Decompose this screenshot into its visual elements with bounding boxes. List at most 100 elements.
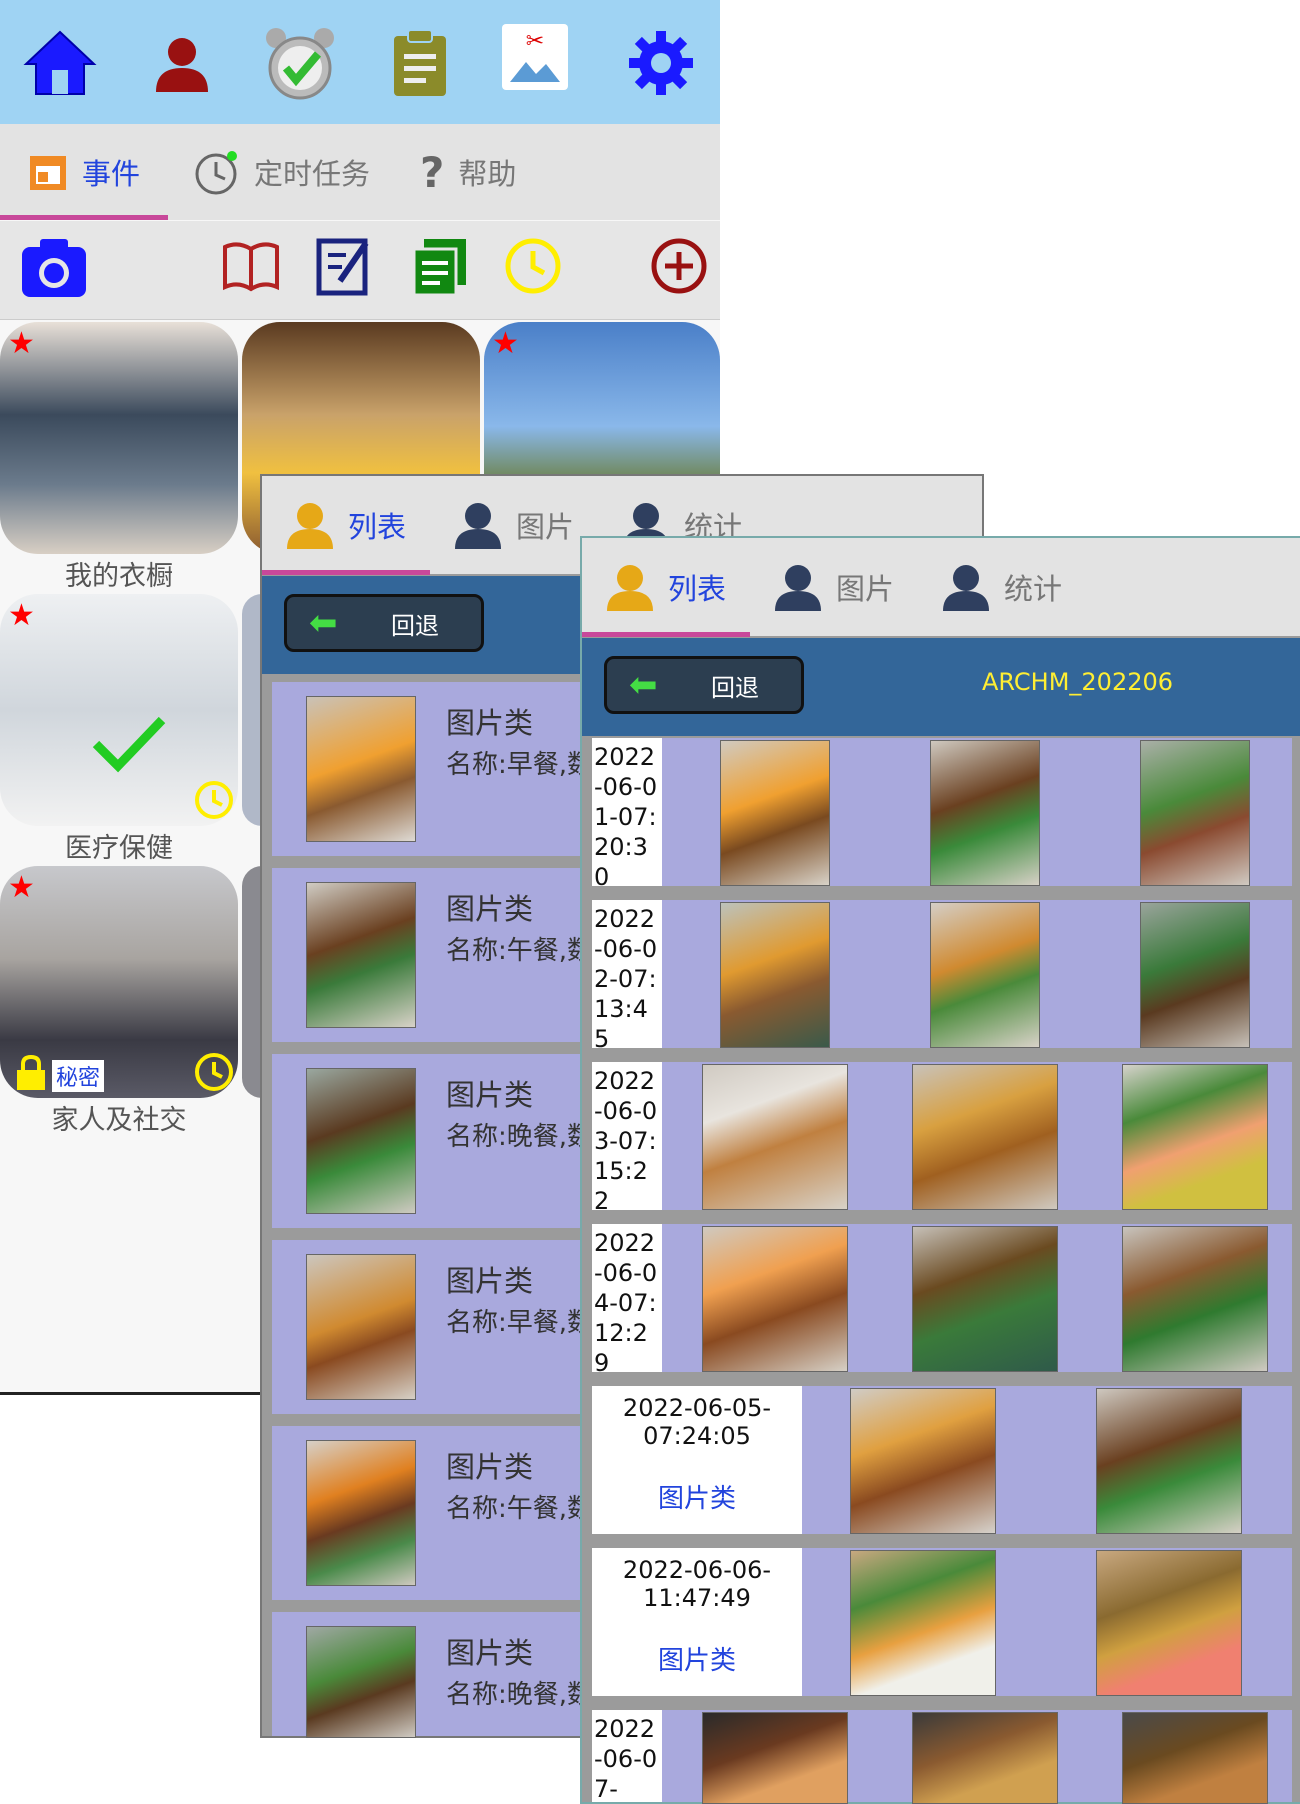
category-tile-family-social[interactable]: ★ 秘密: [0, 866, 238, 1098]
back-arrow-icon: ⬅: [629, 665, 658, 705]
date-row[interactable]: 2022-06-03-07:15:22: [592, 1062, 1292, 1215]
question-icon: ?: [420, 147, 445, 197]
photo-thumbnail[interactable]: [306, 882, 416, 1028]
tab-pictures[interactable]: 图片: [452, 490, 574, 560]
star-icon: ★: [492, 326, 519, 361]
secret-badge: 秘密: [52, 1060, 105, 1092]
list-item[interactable]: 图片类 名称:早餐,数: [272, 1240, 593, 1414]
date-row[interactable]: 2022-06-01-07:20:30: [592, 738, 1292, 891]
tab-help[interactable]: ? 帮助: [420, 142, 516, 202]
clock-icon[interactable]: [504, 237, 562, 295]
row-date: 2022-06-02-07:13:45: [592, 900, 662, 1053]
photo-thumbnail[interactable]: [306, 1626, 416, 1738]
photo-thumbnail[interactable]: [306, 1440, 416, 1586]
row-date-block: 2022-06-05- 07:24:05 图片类: [592, 1386, 802, 1534]
category-tile-wardrobe[interactable]: ★: [0, 322, 238, 554]
photo-thumbnail[interactable]: [1122, 1226, 1268, 1372]
list-item[interactable]: 图片类 名称:晚餐,数: [272, 1054, 593, 1228]
photo-thumbnail[interactable]: [702, 1226, 848, 1372]
photo-thumbnail[interactable]: [930, 740, 1040, 886]
tab-events[interactable]: 事件: [28, 142, 140, 202]
back-button[interactable]: ⬅ 回退: [284, 594, 484, 652]
photo-thumbnail[interactable]: [1096, 1388, 1242, 1534]
row-date: 2022-06-04-07:12:29: [592, 1224, 662, 1377]
row-date: 2022-06-03-07:15:22: [592, 1062, 662, 1215]
action-toolbar: [0, 221, 720, 320]
user-gold-icon: [607, 565, 653, 611]
user-dark-icon: [775, 565, 821, 611]
photo-thumbnail[interactable]: [850, 1388, 996, 1534]
date-row[interactable]: 2022-06-07-: [592, 1710, 1292, 1804]
star-icon: ★: [8, 598, 35, 633]
list-item[interactable]: 图片类 名称:早餐,数: [272, 682, 593, 856]
category-label: 家人及社交: [51, 1105, 187, 1136]
list-item[interactable]: 图片类 名称:晚餐,数: [272, 1612, 593, 1738]
alarm-clock-icon: [195, 151, 237, 195]
list-item[interactable]: 图片类 名称:午餐,数: [272, 868, 593, 1042]
row-category-link[interactable]: 图片类: [592, 1478, 802, 1515]
tab-indicator: [0, 215, 168, 220]
add-circle-icon[interactable]: [650, 237, 708, 295]
date-row[interactable]: 2022-06-02-07:13:45: [592, 900, 1292, 1053]
photo-thumbnail[interactable]: [1140, 740, 1250, 886]
back-button[interactable]: ⬅ 回退: [604, 656, 804, 714]
event-tabs: 事件 定时任务 ? 帮助: [0, 124, 720, 220]
checkmark-icon: [92, 716, 166, 773]
camera-icon[interactable]: [20, 237, 88, 299]
clock-icon: [195, 781, 233, 819]
category-tile-health[interactable]: ★: [0, 594, 238, 826]
home-icon[interactable]: [22, 28, 98, 98]
calendar-icon: [30, 156, 66, 190]
tab-pictures[interactable]: 图片: [772, 552, 894, 622]
date-row[interactable]: 2022-06-04-07:12:29: [592, 1224, 1292, 1377]
photo-thumbnail[interactable]: [1140, 902, 1250, 1048]
tab-list[interactable]: 列表: [604, 552, 726, 622]
photo-thumbnail[interactable]: [850, 1550, 996, 1696]
photo-thumbnail[interactable]: [1096, 1550, 1242, 1696]
category-label: 医疗保健: [65, 833, 173, 864]
notes-list-icon[interactable]: [410, 237, 468, 297]
row-date: 2022-06-07-: [592, 1710, 662, 1803]
alarm-check-icon[interactable]: [262, 24, 338, 104]
edit-note-icon[interactable]: [316, 235, 372, 297]
row-date: 2022-06-01-07:20:30: [592, 738, 662, 891]
back-arrow-icon: ⬅: [309, 603, 338, 643]
photo-thumbnail[interactable]: [720, 740, 830, 886]
date-row[interactable]: 2022-06-06- 11:47:49 图片类: [592, 1548, 1292, 1696]
user-dark-icon: [455, 503, 501, 549]
settings-gear-icon[interactable]: [628, 30, 694, 96]
lock-icon: [17, 1054, 45, 1090]
photo-thumbnail[interactable]: [720, 902, 830, 1048]
photo-thumbnail[interactable]: [702, 1712, 848, 1804]
tab-scheduled-tasks[interactable]: 定时任务: [192, 142, 370, 202]
list-window-front: 列表 图片 统计 ⬅ 回退 ARCHM_202206 2022-06-01-07…: [580, 536, 1300, 1804]
star-icon: ★: [8, 326, 35, 361]
clipboard-icon[interactable]: [390, 28, 450, 98]
open-book-icon[interactable]: [222, 241, 280, 293]
view-tabs: 列表 图片 统计: [582, 538, 1300, 636]
photo-thumbnail[interactable]: [306, 1254, 416, 1400]
photo-thumbnail[interactable]: [306, 1068, 416, 1214]
photo-thumbnail[interactable]: [1122, 1712, 1268, 1804]
photo-thumbnail[interactable]: [912, 1226, 1058, 1372]
tab-list[interactable]: 列表: [284, 490, 406, 560]
photo-thumbnail[interactable]: [930, 902, 1040, 1048]
user-icon[interactable]: [152, 34, 212, 94]
clock-icon: [195, 1053, 233, 1091]
photo-thumbnail[interactable]: [912, 1064, 1058, 1210]
image-crop-icon[interactable]: ✂: [502, 24, 568, 90]
header-bar: ⬅ 回退 ARCHM_202206: [582, 638, 1300, 736]
row-category-link[interactable]: 图片类: [592, 1640, 802, 1677]
photo-thumbnail[interactable]: [702, 1064, 848, 1210]
tab-stats[interactable]: 统计: [940, 552, 1062, 622]
tab-indicator: [262, 570, 430, 575]
photo-thumbnail[interactable]: [1122, 1064, 1268, 1210]
photo-thumbnail[interactable]: [306, 696, 416, 842]
archive-title: ARCHM_202206: [982, 668, 1174, 696]
list-item[interactable]: 图片类 名称:午餐,数: [272, 1426, 593, 1600]
date-row[interactable]: 2022-06-05- 07:24:05 图片类: [592, 1386, 1292, 1534]
svg-text:✂: ✂: [526, 29, 544, 54]
user-dark-icon: [943, 565, 989, 611]
top-nav-bar: ✂: [0, 0, 720, 124]
photo-thumbnail[interactable]: [912, 1712, 1058, 1804]
